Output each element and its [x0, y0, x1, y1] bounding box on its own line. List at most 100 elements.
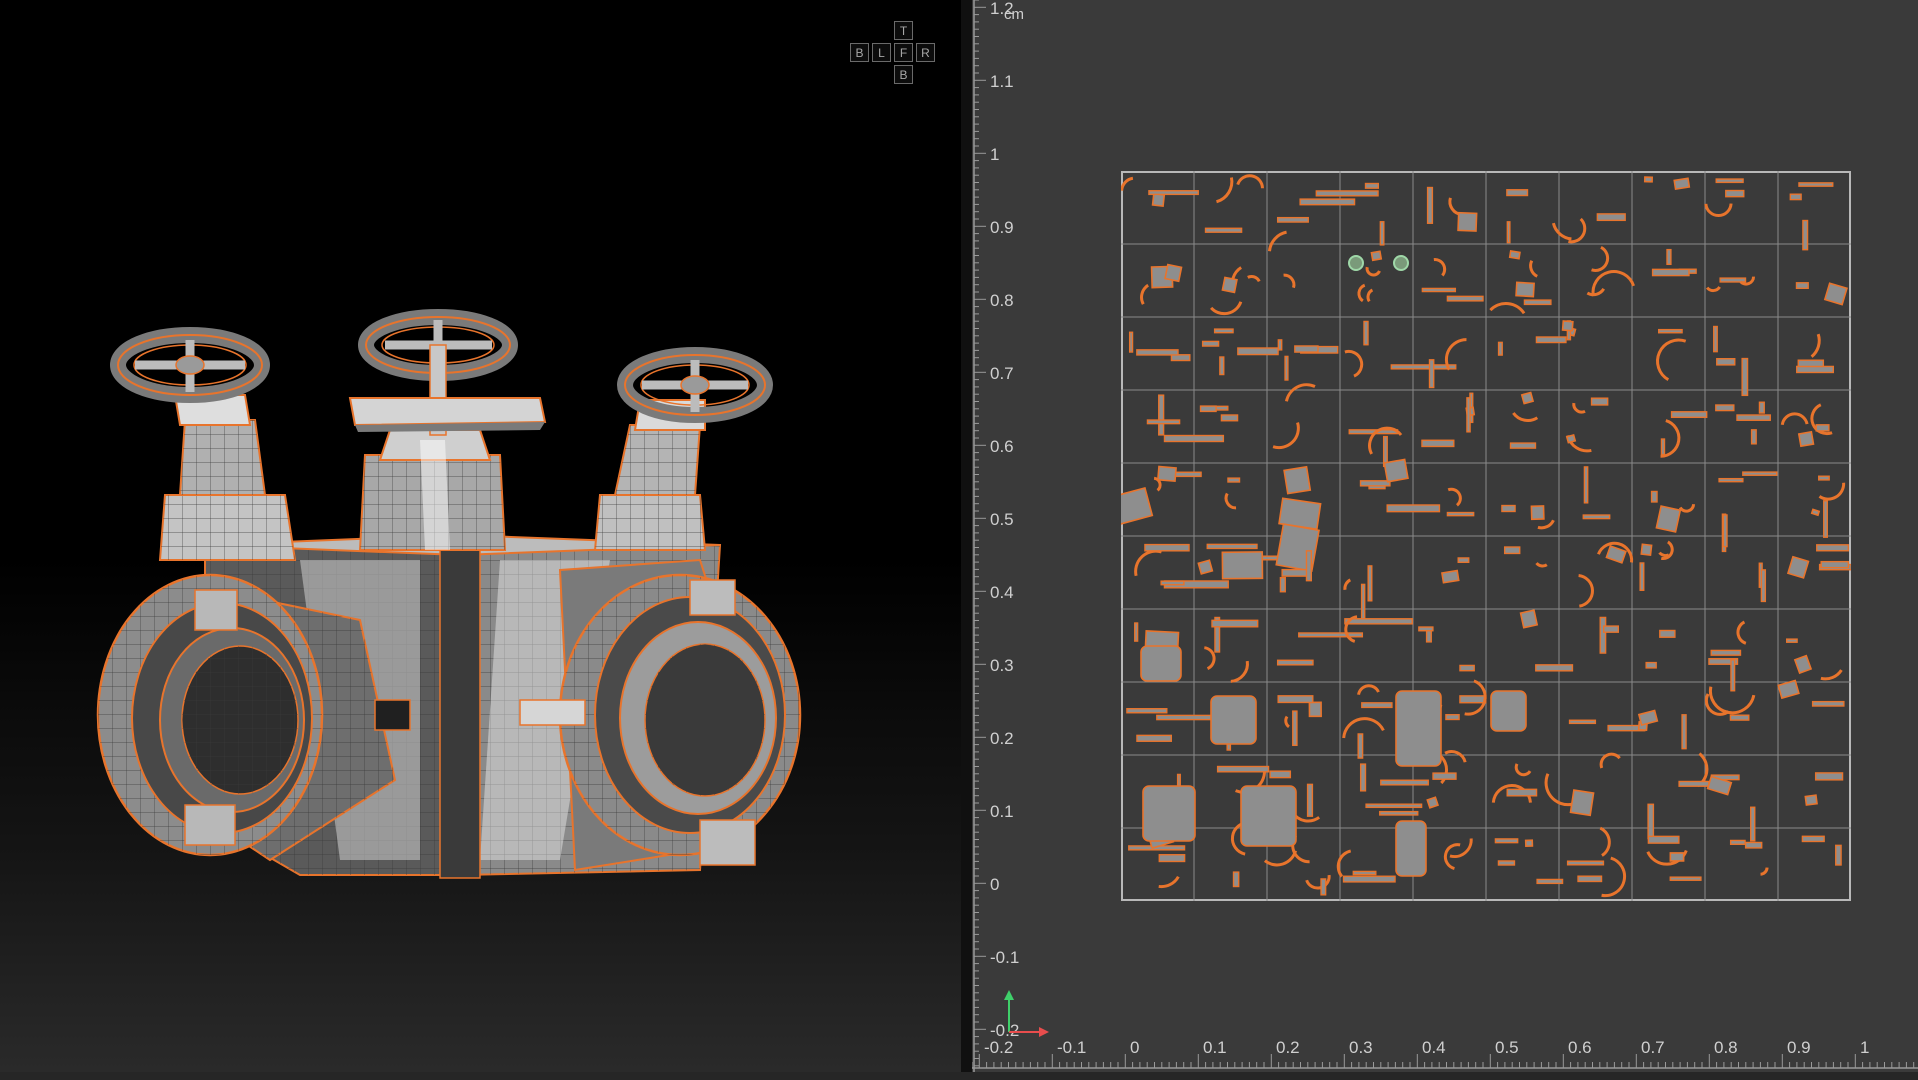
uv-island[interactable] — [1449, 838, 1473, 858]
uv-island[interactable] — [1146, 419, 1181, 425]
uv-island[interactable] — [1227, 477, 1241, 483]
uv-island[interactable] — [1818, 475, 1830, 481]
uv-island[interactable] — [1789, 193, 1802, 201]
uv-island[interactable] — [1267, 230, 1287, 252]
uv-island[interactable] — [1566, 860, 1605, 866]
uv-island[interactable] — [1156, 714, 1220, 721]
uv-island[interactable] — [1599, 752, 1621, 769]
uv-island[interactable] — [1221, 276, 1238, 294]
uv-island[interactable] — [1586, 287, 1606, 297]
uv-island[interactable] — [1523, 299, 1552, 306]
uv-island[interactable] — [1651, 268, 1690, 277]
uv-island[interactable] — [1163, 434, 1225, 443]
uv-island[interactable] — [1795, 282, 1809, 289]
uv-island[interactable] — [1426, 796, 1440, 809]
uv-island[interactable] — [1520, 391, 1535, 405]
uv-island[interactable] — [1158, 854, 1186, 863]
uv-island[interactable] — [1158, 394, 1165, 436]
uv-island[interactable] — [1151, 192, 1166, 207]
uv-island[interactable] — [1445, 714, 1460, 721]
uv-island[interactable] — [1582, 514, 1611, 520]
uv-island[interactable] — [1428, 359, 1435, 389]
uv-island[interactable] — [1204, 227, 1243, 233]
uv-island[interactable] — [1361, 702, 1393, 709]
uv-island[interactable] — [1489, 302, 1526, 315]
uv-island[interactable] — [1144, 543, 1190, 552]
uv-island[interactable] — [1639, 562, 1645, 591]
uv-island[interactable] — [1284, 383, 1316, 402]
uv-island[interactable] — [1126, 708, 1168, 714]
uv-island[interactable] — [1760, 867, 1769, 876]
uv-island[interactable] — [1459, 695, 1487, 704]
uv-island[interactable] — [1160, 580, 1185, 586]
uv-island[interactable] — [1704, 203, 1733, 217]
uv-island[interactable] — [1599, 616, 1607, 654]
uv-island[interactable] — [1466, 397, 1471, 433]
uv-island[interactable] — [1306, 783, 1314, 817]
uv-island[interactable] — [1645, 661, 1657, 669]
uv-island[interactable] — [1156, 465, 1177, 483]
uv-island[interactable] — [1750, 806, 1756, 842]
uv-island[interactable] — [1121, 176, 1134, 191]
uv-island[interactable] — [1572, 402, 1586, 414]
uv-island[interactable] — [1741, 357, 1749, 397]
uv-island[interactable] — [1601, 856, 1627, 898]
uv-island[interactable] — [1524, 839, 1534, 848]
uv-island[interactable] — [1298, 632, 1364, 638]
uv-island[interactable] — [1395, 820, 1427, 877]
uv-island[interactable] — [1342, 875, 1396, 883]
uv-island[interactable] — [1816, 544, 1849, 552]
uv-island[interactable] — [1379, 221, 1385, 246]
uv-island[interactable] — [1705, 286, 1721, 293]
uv-island[interactable] — [1742, 471, 1778, 476]
uv-island[interactable] — [1232, 871, 1240, 888]
uv-island[interactable] — [1136, 734, 1172, 742]
uv-island[interactable] — [1729, 839, 1746, 845]
uv-island[interactable] — [1272, 422, 1300, 450]
uv-island[interactable] — [1801, 835, 1825, 843]
uv-island[interactable] — [1357, 283, 1366, 303]
uv-island[interactable] — [1441, 569, 1460, 584]
uv-island[interactable] — [1678, 503, 1696, 513]
uv-island[interactable] — [1512, 412, 1539, 422]
uv-island[interactable] — [1811, 700, 1845, 707]
valve-manifold-model[interactable] — [0, 0, 961, 1072]
uv-island[interactable] — [1383, 458, 1409, 483]
uv-island[interactable] — [1365, 266, 1381, 277]
uv-island[interactable] — [1565, 433, 1577, 444]
uv-island[interactable] — [1569, 789, 1595, 817]
uv-island[interactable] — [1364, 182, 1380, 189]
uv-island[interactable] — [1647, 835, 1680, 844]
uv-island[interactable] — [1305, 550, 1313, 582]
uv-island[interactable] — [1444, 750, 1467, 763]
uv-island[interactable] — [1357, 733, 1364, 759]
uv-island[interactable] — [1725, 189, 1745, 198]
uv-island[interactable] — [1206, 543, 1258, 550]
uv-island[interactable] — [1421, 287, 1457, 293]
uv-island[interactable] — [1363, 320, 1369, 346]
uv-island[interactable] — [1730, 659, 1736, 692]
uv-island[interactable] — [1224, 492, 1237, 510]
uv-island[interactable] — [1802, 219, 1809, 251]
uv-island[interactable] — [1379, 810, 1419, 816]
uv-island[interactable] — [1820, 560, 1850, 569]
uv-island[interactable] — [1656, 338, 1687, 381]
uv-island[interactable] — [1798, 182, 1834, 187]
uv-island[interactable] — [1393, 255, 1409, 271]
uv-island[interactable] — [1366, 288, 1374, 303]
uv-island[interactable] — [1670, 411, 1708, 419]
uv-island[interactable] — [1760, 569, 1767, 603]
uv-island[interactable] — [1215, 177, 1234, 204]
uv-island[interactable] — [1503, 546, 1521, 555]
uv-island[interactable] — [1718, 477, 1744, 483]
uv-island[interactable] — [1359, 480, 1391, 487]
uv-island[interactable] — [1136, 349, 1179, 356]
uv-island[interactable] — [1536, 878, 1564, 885]
uv-island[interactable] — [1777, 679, 1800, 700]
uv-island[interactable] — [1294, 345, 1319, 353]
uv-island[interactable] — [1577, 875, 1603, 883]
uv-island[interactable] — [1640, 543, 1653, 557]
uv-island[interactable] — [1247, 275, 1261, 283]
uv-island[interactable] — [1715, 178, 1744, 184]
viewport-splitter[interactable] — [961, 0, 972, 1072]
